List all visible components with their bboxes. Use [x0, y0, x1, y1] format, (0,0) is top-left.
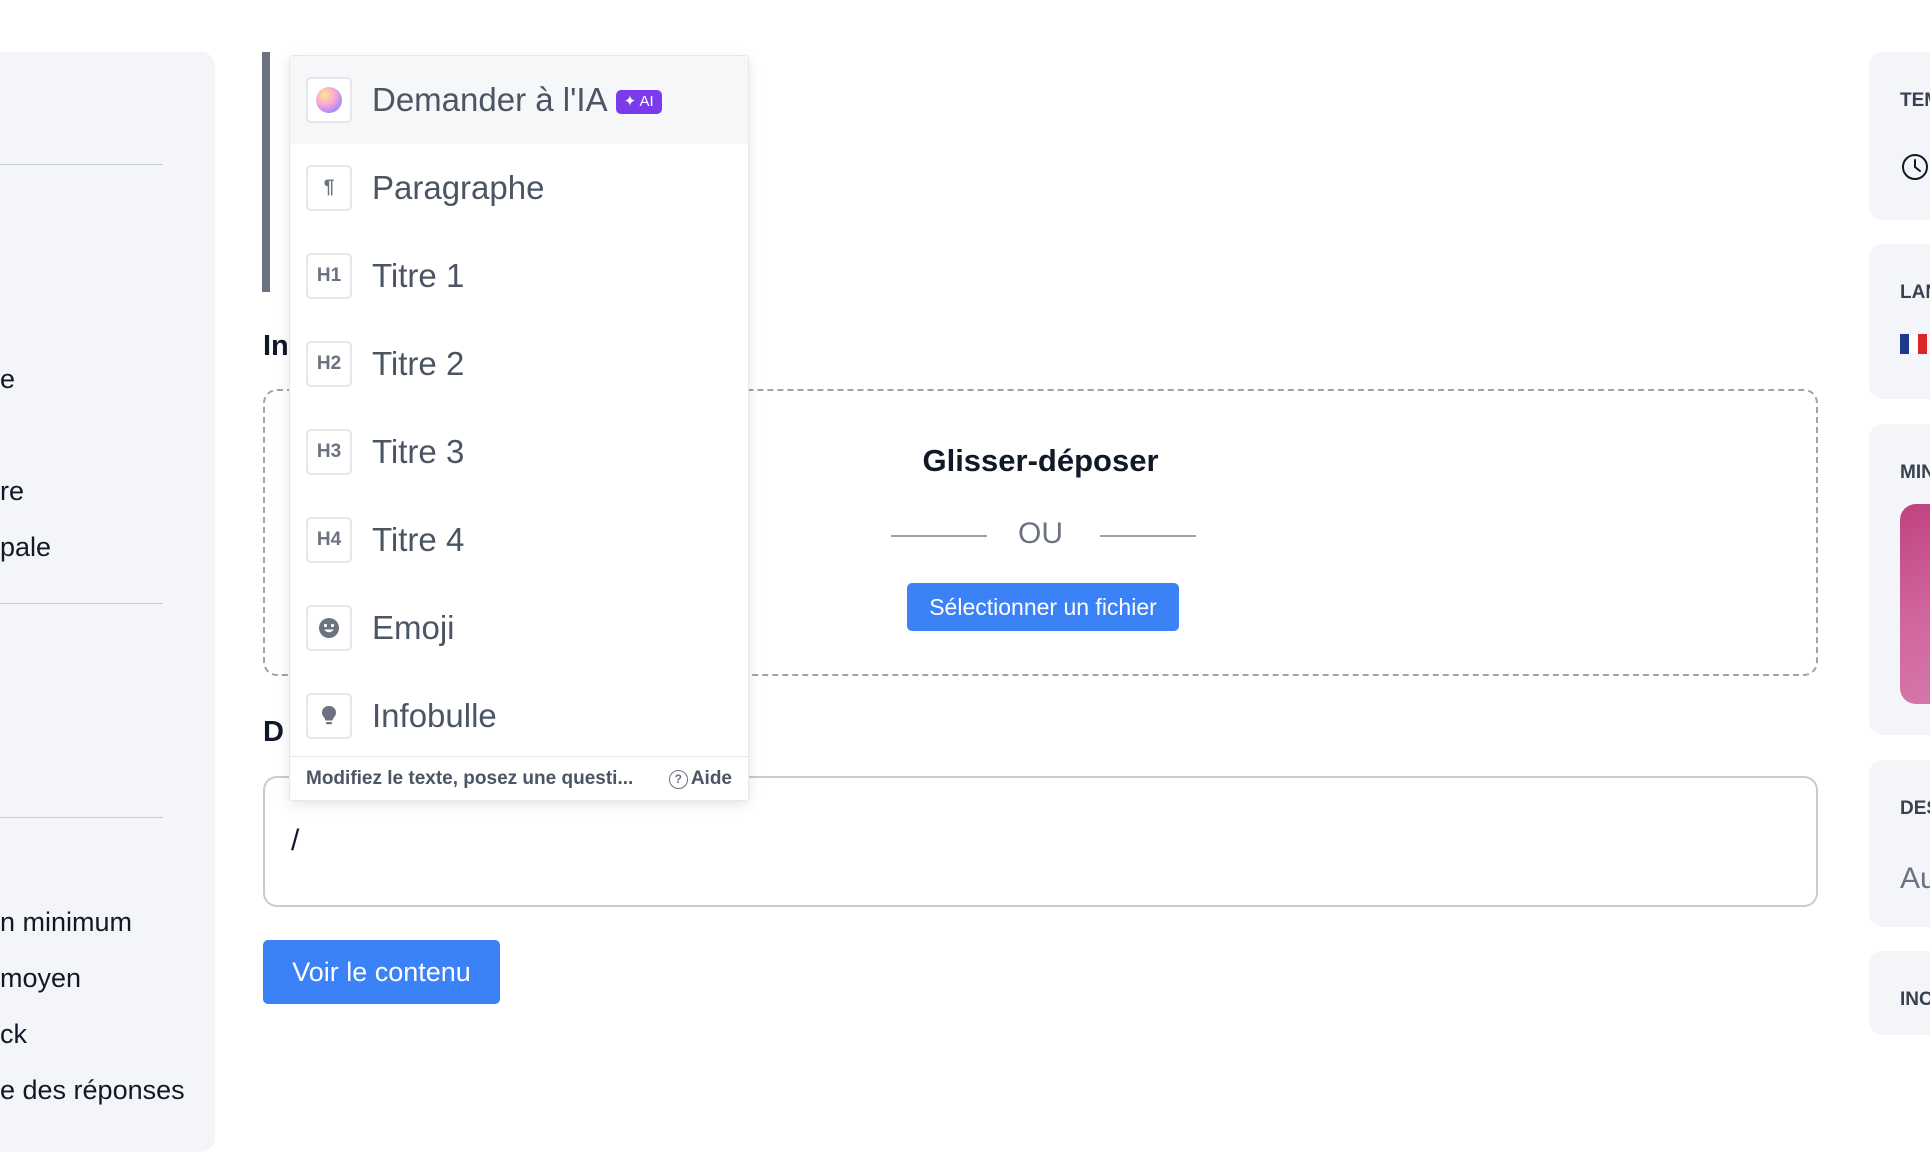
menu-item-heading-4[interactable]: H4 Titre 4 [290, 496, 748, 584]
card-label: TEM [1900, 90, 1930, 111]
menu-item-label: Titre 1 [372, 257, 465, 294]
card-value: Au [1900, 862, 1930, 895]
ai-badge-text: AI [639, 93, 654, 110]
heading-1-icon: H1 [306, 253, 352, 299]
menu-item-heading-3[interactable]: H3 Titre 3 [290, 408, 748, 496]
image-section-label: In [263, 330, 289, 362]
help-circle-icon: ? [668, 770, 688, 789]
emoji-icon [306, 605, 352, 651]
sidebar-item[interactable]: ck [0, 1019, 27, 1050]
right-card-inc: INC [1869, 951, 1930, 1035]
left-sidebar: e re pale n minimum moyen ck e des répon… [0, 52, 215, 1152]
sparkle-icon: ✦ [623, 93, 637, 110]
or-line-right [1100, 535, 1196, 537]
heading-4-icon: H4 [306, 517, 352, 563]
menu-item-heading-1[interactable]: H1 Titre 1 [290, 232, 748, 320]
paragraph-icon: ¶ [306, 165, 352, 211]
card-label: MIN [1900, 462, 1930, 483]
menu-item-heading-2[interactable]: H2 Titre 2 [290, 320, 748, 408]
menu-item-emoji[interactable]: Emoji [290, 584, 748, 672]
heading-2-icon: H2 [306, 341, 352, 387]
menu-item-label: Titre 4 [372, 521, 465, 558]
menu-item-tooltip[interactable]: Infobulle [290, 672, 748, 760]
help-label: Aide [690, 768, 732, 789]
view-content-button[interactable]: Voir le contenu [263, 940, 500, 1004]
card-label: DES [1900, 798, 1930, 819]
sidebar-item[interactable]: n minimum [0, 907, 132, 938]
select-file-button[interactable]: Sélectionner un fichier [907, 583, 1179, 631]
ask-ai-label: Demander à l'IA [372, 81, 608, 118]
card-label: LAN [1900, 282, 1930, 303]
ai-badge: ✦ AI [615, 90, 662, 114]
sidebar-item[interactable]: re [0, 476, 24, 507]
lightbulb-icon [306, 693, 352, 739]
clock-icon [1902, 154, 1928, 180]
menu-item-label: Demander à l'IA ✦ AI [372, 81, 662, 119]
menu-item-label: Paragraphe [372, 169, 545, 206]
menu-item-label: Infobulle [372, 697, 497, 734]
description-section-label: D [263, 716, 284, 748]
ai-gradient-orb-icon [306, 77, 352, 123]
heading-3-icon: H3 [306, 429, 352, 475]
right-card-miniature: MIN [1869, 424, 1930, 735]
menu-footer-hint: Modifiez le texte, posez une questi... [306, 768, 634, 789]
right-card-time: TEM [1869, 52, 1930, 220]
help-link[interactable]: ? Aide [668, 768, 732, 790]
sidebar-divider [0, 603, 163, 604]
sidebar-item[interactable]: moyen [0, 963, 81, 994]
sidebar-item[interactable]: e [0, 364, 15, 395]
sidebar-divider [0, 817, 163, 818]
title-quote-bar [262, 52, 270, 292]
french-flag-icon [1900, 334, 1927, 354]
slash-command-menu: Demander à l'IA ✦ AI ¶ Paragraphe H1 Titr… [289, 55, 749, 801]
sidebar-divider [0, 164, 163, 165]
editor-content[interactable]: / [291, 824, 299, 858]
menu-item-label: Emoji [372, 609, 455, 646]
thumbnail-image[interactable] [1900, 504, 1930, 704]
slash-menu-footer: Modifiez le texte, posez une questi... ?… [290, 756, 748, 800]
card-label: INC [1900, 989, 1930, 1010]
sidebar-item[interactable]: pale [0, 532, 51, 563]
menu-item-label: Titre 3 [372, 433, 465, 470]
sidebar-item[interactable]: e des réponses [0, 1075, 185, 1106]
right-card-language: LAN [1869, 244, 1930, 399]
menu-item-ask-ai[interactable]: Demander à l'IA ✦ AI [290, 56, 748, 144]
right-card-description: DES Au [1869, 760, 1930, 927]
menu-item-label: Titre 2 [372, 345, 465, 382]
menu-item-paragraph[interactable]: ¶ Paragraphe [290, 144, 748, 232]
